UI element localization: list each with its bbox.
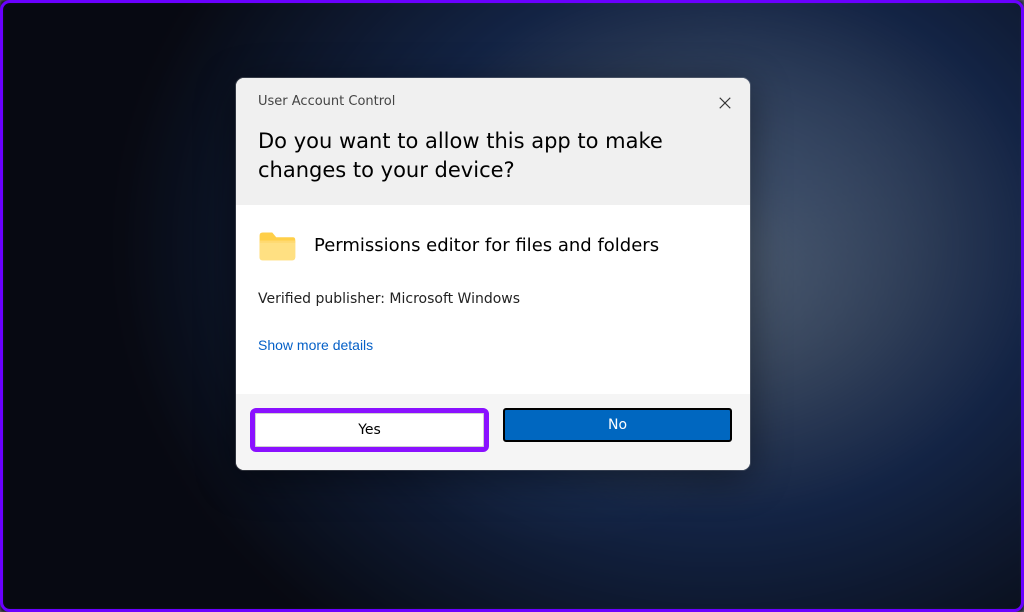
- yes-button-highlight: Yes: [250, 408, 489, 452]
- no-button[interactable]: No: [503, 408, 732, 442]
- folder-icon: [258, 229, 296, 263]
- yes-button[interactable]: Yes: [255, 413, 484, 447]
- show-more-details-link[interactable]: Show more details: [258, 337, 373, 353]
- no-button-wrap: No: [503, 408, 732, 452]
- dialog-header: User Account Control Do you want to allo…: [236, 78, 750, 205]
- close-icon[interactable]: [715, 93, 735, 113]
- app-row: Permissions editor for files and folders: [258, 229, 728, 263]
- dialog-body: Permissions editor for files and folders…: [236, 205, 750, 394]
- app-name: Permissions editor for files and folders: [314, 235, 659, 256]
- button-bar: Yes No: [236, 394, 750, 470]
- dialog-title: User Account Control: [258, 94, 728, 109]
- publisher-line: Verified publisher: Microsoft Windows: [258, 291, 728, 307]
- uac-dialog: User Account Control Do you want to allo…: [236, 78, 750, 470]
- dialog-heading: Do you want to allow this app to make ch…: [258, 127, 678, 185]
